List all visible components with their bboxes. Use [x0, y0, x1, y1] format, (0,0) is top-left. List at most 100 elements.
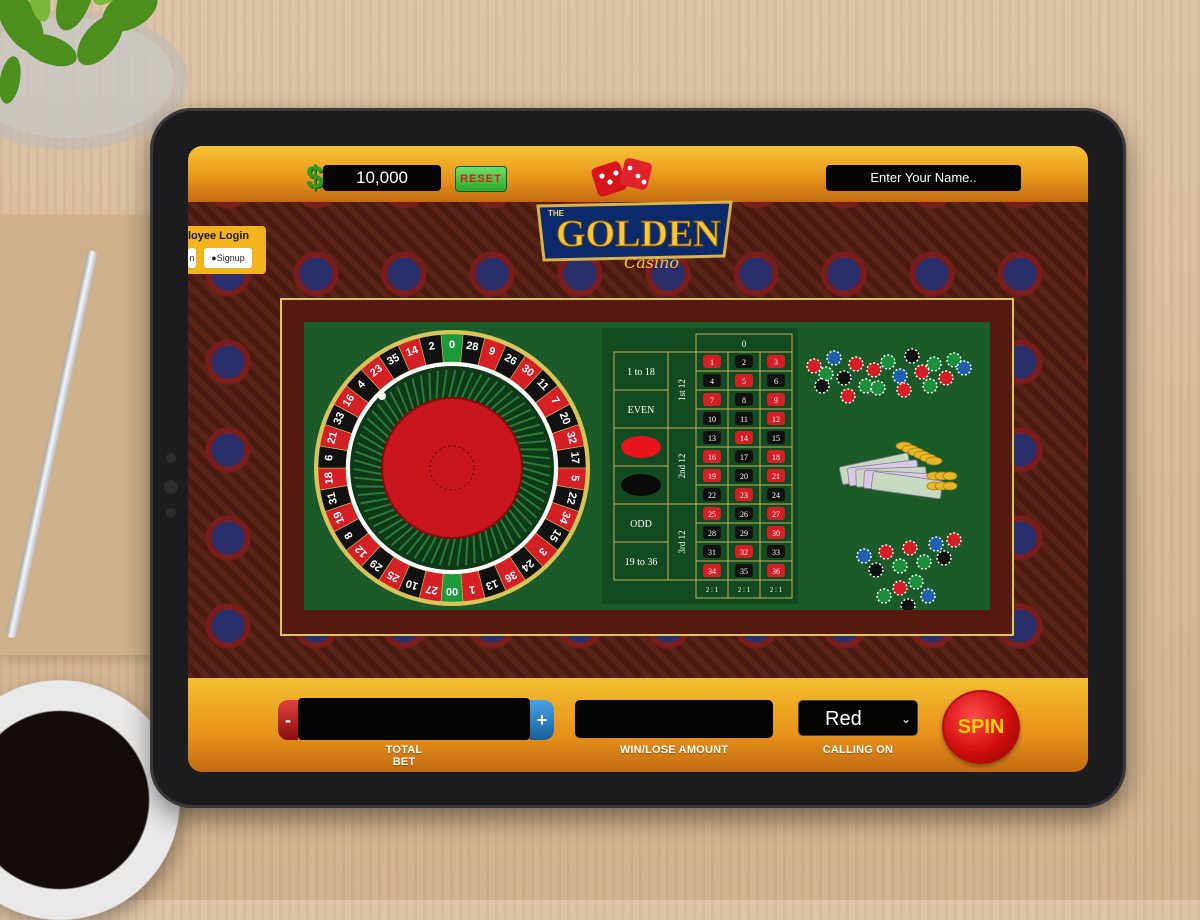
bet-number: 4 [710, 377, 714, 386]
tablet-device: $ 10,000 RESET Enter Your Name.. THE GOL… [150, 108, 1126, 808]
chip-icon [957, 361, 971, 375]
bet-dozen-label: 2nd 12 [677, 454, 687, 479]
chip-icon [859, 379, 873, 393]
chip-icon [937, 551, 951, 565]
chevron-down-icon: ⌄ [901, 701, 911, 737]
bet-outside-label: 1 to 18 [627, 367, 655, 378]
bet-number: 31 [708, 548, 716, 557]
bet-number: 36 [772, 567, 780, 576]
chip-icon [815, 379, 829, 393]
bet-number: 3 [774, 358, 778, 367]
bet-outside-label: ODD [630, 519, 652, 530]
wheel-number: 5 [568, 475, 580, 482]
chip-icon [871, 381, 885, 395]
wheel-number: 28 [465, 340, 479, 354]
bet-number: 17 [740, 453, 748, 462]
bet-dozen-label: 3rd 12 [677, 530, 687, 553]
chip-icon [909, 575, 923, 589]
bet-number: 12 [772, 415, 780, 424]
win-lose-amount-field [575, 700, 773, 738]
bet-number: 18 [772, 453, 780, 462]
chip-icon [923, 379, 937, 393]
svg-text:Casino: Casino [624, 253, 679, 272]
bet-outside-label: EVEN [628, 405, 655, 416]
wheel-number: 27 [425, 582, 439, 596]
chip-icon [841, 389, 855, 403]
bet-number: 8 [742, 396, 746, 405]
bet-column-label: 2 : 1 [738, 586, 751, 594]
bet-number: 1 [710, 358, 714, 367]
wheel-number: 0 [449, 339, 455, 351]
total-bet-field[interactable] [298, 698, 530, 740]
chip-icon [915, 365, 929, 379]
dollar-icon: $ [306, 160, 324, 194]
bet-dozen-label: 1st 12 [677, 379, 687, 401]
betting-board: 0123456789101112131415161718192021222324… [602, 328, 798, 604]
bet-red[interactable] [621, 436, 661, 458]
chip-icon [905, 349, 919, 363]
wheel-hub [382, 398, 522, 538]
chip-icon [921, 589, 935, 603]
signup-button[interactable]: ●Signup [204, 248, 252, 268]
bet-number: 27 [772, 510, 780, 519]
bet-number: 32 [740, 548, 748, 557]
roulette-wheel[interactable]: 0289263011720321752234153243613100271025… [312, 328, 592, 608]
tablet-camera [166, 453, 176, 463]
bet-number: 29 [740, 529, 748, 538]
roulette-table-frame: 0289263011720321752234153243613100271025… [280, 298, 1014, 636]
bet-number: 19 [708, 472, 716, 481]
spin-button[interactable]: SPIN [942, 690, 1020, 764]
chip-icon [893, 559, 907, 573]
bet-number: 24 [772, 491, 780, 500]
bet-number: 28 [708, 529, 716, 538]
chip-icon [901, 599, 915, 610]
bet-number: 9 [774, 396, 778, 405]
bet-number: 26 [740, 510, 748, 519]
bet-number: 6 [774, 377, 778, 386]
money-stack-icon [839, 442, 957, 499]
wheel-number: 18 [323, 472, 336, 485]
bet-number: 10 [708, 415, 716, 424]
calling-on-select[interactable]: Red ⌄ [798, 700, 918, 736]
chip-icon [869, 563, 883, 577]
decrease-bet-button[interactable]: - [278, 700, 298, 740]
golden-casino-logo: THE GOLDEN Casino [526, 156, 746, 274]
chip-icon [939, 371, 953, 385]
bet-label-zero: 0 [742, 339, 747, 349]
chip-icon [819, 367, 833, 381]
bet-black[interactable] [621, 474, 661, 496]
chip-icon [867, 363, 881, 377]
chip-icon [879, 545, 893, 559]
reset-button[interactable]: RESET [455, 166, 507, 192]
bottom-bar: - + TOTAL BET WIN/LOSE AMOUNT Red ⌄ CALL… [188, 678, 1088, 772]
chip-icon [881, 355, 895, 369]
chip-icon [877, 589, 891, 603]
chip-icon [927, 357, 941, 371]
svg-text:GOLDEN: GOLDEN [556, 213, 721, 255]
bet-number: 25 [708, 510, 716, 519]
increase-bet-button[interactable]: + [530, 700, 554, 740]
bet-number: 30 [772, 529, 780, 538]
bet-number: 5 [742, 377, 746, 386]
roulette-felt: 0289263011720321752234153243613100271025… [304, 322, 990, 610]
tablet-button [164, 480, 178, 494]
chip-icon [837, 371, 851, 385]
game-screen: $ 10,000 RESET Enter Your Name.. THE GOL… [188, 146, 1088, 772]
dice-icon [590, 157, 653, 198]
player-name-input[interactable]: Enter Your Name.. [826, 165, 1021, 191]
roulette-ball [378, 392, 386, 400]
wheel-number: 17 [568, 451, 581, 464]
bet-number: 35 [740, 567, 748, 576]
calling-on-label: CALLING ON [818, 744, 898, 756]
tablet-sensor [166, 508, 176, 518]
chip-icon [947, 533, 961, 547]
chip-icon [827, 351, 841, 365]
bet-number: 21 [772, 472, 780, 481]
bet-number: 15 [772, 434, 780, 443]
chips-and-money-decoration [804, 326, 984, 610]
chip-icon [903, 541, 917, 555]
bet-number: 34 [708, 567, 716, 576]
login-button[interactable]: n [188, 248, 196, 268]
win-lose-label: WIN/LOSE AMOUNT [614, 744, 734, 756]
bet-number: 16 [708, 453, 716, 462]
